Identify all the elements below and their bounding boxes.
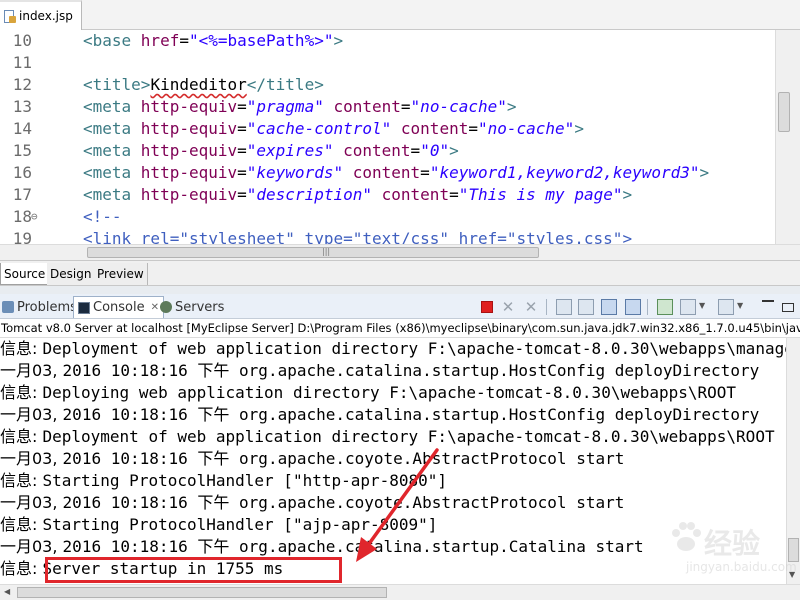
remove-launch-button[interactable]: ✕ [500,299,516,315]
tab-console-label: Console [93,300,145,315]
console-line: 一月03, 2016 10:18:16 下午 org.apache.catali… [0,537,644,556]
console-line: 信息: Starting ProtocolHandler ["http-apr-… [0,471,448,490]
line-number: 12 [12,75,32,94]
tab-source[interactable]: Source [0,263,50,285]
tab-design[interactable]: Design [47,263,96,285]
code-text: <!-- [83,207,122,226]
code-line[interactable]: 16 <meta http-equiv="keywords" content="k… [0,162,775,184]
display-console-button[interactable] [680,299,696,315]
fold-toggle-icon[interactable]: ⊖ [31,206,38,228]
console-line: 信息: Deployment of web application direct… [0,427,775,446]
code-line[interactable]: 10 <base href="<%=basePath%>"> [0,30,775,52]
code-editor[interactable]: 10 <base href="<%=basePath%>"> 11 12 <title>… [0,30,775,244]
console-icon [78,301,90,314]
code-line[interactable]: 13 <meta http-equiv="pragma" content="no-… [0,96,775,118]
remove-all-terminated-button[interactable]: ✕ [523,299,539,315]
line-number: 17 [12,185,32,204]
editor-tab-bar: index.jsp [0,0,800,30]
editor-horizontal-scrollbar[interactable]: ||| [0,244,800,260]
console-horizontal-scrollbar[interactable]: ◀ [0,584,800,600]
pane-divider[interactable] [0,286,800,294]
line-number: 15 [12,141,32,160]
tab-servers[interactable]: Servers [160,297,224,317]
console-line: 一月03, 2016 10:18:16 下午 org.apache.coyote… [0,493,625,512]
tab-problems-label: Problems [17,299,77,315]
toolbar-separator [647,299,648,315]
line-number: 18 [12,207,32,226]
editor-tab-label: index.jsp [19,9,73,23]
code-text: <meta http-equiv="keywords" content="key… [83,163,710,182]
line-number: 16 [12,163,32,182]
console-line: 信息: Starting ProtocolHandler ["ajp-apr-8… [0,515,438,534]
code-text: <meta http-equiv="pragma" content="no-ca… [83,97,517,116]
console-line: 信息: Server startup in 1755 ms [0,559,284,578]
tab-preview[interactable]: Preview [94,263,148,285]
console-line: 一月03, 2016 10:18:16 下午 org.apache.coyote… [0,449,625,468]
chevron-down-icon[interactable]: ▼ [699,301,705,310]
editor-tab-index-jsp[interactable]: index.jsp [0,0,82,30]
code-text: <meta http-equiv="cache-control" content… [83,119,584,138]
line-number: 19 [12,229,32,244]
scroll-down-icon[interactable]: ▼ [789,570,795,579]
code-text: <meta http-equiv="description" content="… [83,185,633,204]
code-line[interactable]: 12 <title>Kindeditor</title> [0,74,775,96]
close-icon[interactable]: ✕ [151,302,159,313]
console-vertical-scrollbar[interactable]: ▼ [786,338,800,584]
console-process-label: Tomcat v8.0 Server at localhost [MyEclip… [0,319,800,338]
code-line[interactable]: 15 <meta http-equiv="expires" content="0"… [0,140,775,162]
panel-tab-bar: Problems Console ✕ Servers ✕ ✕ ▼ ▼ [0,294,800,319]
editor-horizontal-scroll-thumb[interactable] [87,247,539,258]
jsp-file-icon [3,9,16,24]
console-line: 信息: Deploying web application directory … [0,383,737,402]
console-line: 信息: Deployment of web application direct… [0,339,786,358]
show-on-stdout-button[interactable] [601,299,617,315]
console-line: 一月03, 2016 10:18:16 下午 org.apache.catali… [0,405,760,424]
minimize-icon[interactable] [762,300,774,302]
console-vertical-scroll-thumb[interactable] [788,538,799,562]
editor-vertical-scroll-thumb[interactable] [778,92,790,132]
code-line[interactable]: 18 ⊖ <!-- [0,206,775,228]
line-number: 10 [12,31,32,50]
line-number: 11 [12,53,32,72]
editor-vertical-scrollbar[interactable] [775,30,800,244]
console-output[interactable]: 信息: Deployment of web application direct… [0,338,786,584]
code-text: <title>Kindeditor</title> [83,75,324,94]
show-on-stderr-button[interactable] [625,299,641,315]
chevron-down-icon[interactable]: ▼ [737,301,743,310]
scroll-left-icon[interactable]: ◀ [4,587,10,596]
code-text: <meta http-equiv="expires" content="0"> [83,141,459,160]
scroll-grip-icon: ||| [322,247,331,256]
code-text: <base href="<%=basePath%>"> [83,31,344,50]
tab-servers-label: Servers [175,299,225,315]
editor-view-tabs: Source Design Preview [0,260,800,286]
code-line[interactable]: 11 [0,52,775,74]
line-number: 13 [12,97,32,116]
toolbar-separator [546,299,547,315]
terminate-button[interactable] [481,301,493,313]
code-text: <link rel="stylesheet" type="text/css" h… [83,229,633,244]
tab-problems[interactable]: Problems [2,297,77,317]
servers-icon [160,301,172,313]
pin-console-button[interactable] [657,299,673,315]
code-line[interactable]: 14 <meta http-equiv="cache-control" conte… [0,118,775,140]
console-horizontal-scroll-thumb[interactable] [17,587,387,598]
maximize-icon[interactable] [782,303,794,312]
clear-console-button[interactable] [556,299,572,315]
code-line[interactable]: 17 <meta http-equiv="description" content… [0,184,775,206]
console-line: 一月03, 2016 10:18:16 下午 org.apache.catali… [0,361,760,380]
tab-console[interactable]: Console ✕ [73,296,164,318]
code-line[interactable]: 19 <link rel="stylesheet" type="text/css"… [0,228,775,244]
open-console-button[interactable] [718,299,734,315]
line-number: 14 [12,119,32,138]
scroll-lock-button[interactable] [578,299,594,315]
problems-icon [2,301,14,313]
